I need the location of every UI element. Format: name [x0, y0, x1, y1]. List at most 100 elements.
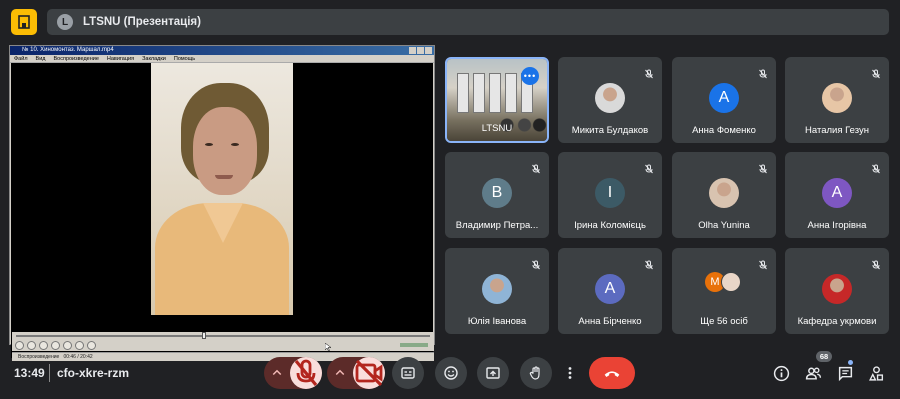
avatar: A	[595, 274, 625, 304]
maximize-icon	[417, 47, 424, 54]
camera-off-button[interactable]	[353, 357, 385, 389]
camera-group	[327, 357, 385, 389]
captions-button[interactable]	[392, 357, 424, 389]
participant-name: Ще 56 осіб	[700, 316, 748, 327]
leave-call-button[interactable]	[589, 357, 635, 389]
mic-off-icon	[644, 66, 654, 79]
reactions-button[interactable]	[435, 357, 467, 389]
close-icon	[425, 47, 432, 54]
chat-icon	[838, 366, 852, 381]
participant-tile[interactable]: Микита Булдаков	[558, 57, 662, 143]
participant-name: Наталия Гезун	[805, 125, 869, 136]
activities-button[interactable]	[865, 362, 887, 384]
participant-tile[interactable]: ••• LTSNU	[445, 57, 549, 143]
hang-up-icon	[604, 371, 620, 377]
menu-item: Помощь	[173, 56, 196, 62]
emoji-icon	[444, 366, 458, 380]
presenter-title: LTSNU (Презентація)	[83, 16, 201, 28]
presenter-bar[interactable]: L LTSNU (Презентація)	[47, 9, 889, 35]
player-window-title: № 10. Хиномонтаз. Маршал.mp4	[10, 46, 434, 55]
participant-tile[interactable]: A Анна Ігорівна	[785, 152, 889, 238]
presenter-avatar: L	[57, 14, 73, 30]
player-menu: Файл Вид Воспроизведение Навигация Закла…	[10, 55, 434, 63]
mic-off-icon	[871, 161, 881, 174]
participant-name: Микита Булдаков	[571, 125, 649, 136]
participant-tile[interactable]: Olha Yunina	[672, 152, 776, 238]
participant-name: Анна Бірченко	[578, 316, 642, 327]
present-button[interactable]	[477, 357, 509, 389]
participants-count-badge: 68	[816, 351, 832, 362]
people-button[interactable]	[802, 362, 824, 384]
meeting-code[interactable]: cfo-xkre-rzm	[57, 366, 129, 380]
mic-off-icon	[644, 161, 654, 174]
mic-off-icon	[531, 257, 541, 270]
more-options-button[interactable]	[560, 357, 580, 389]
participant-tile[interactable]: M Ще 56 осіб	[672, 248, 776, 334]
play-icon	[15, 340, 24, 350]
more-vert-icon	[568, 367, 572, 379]
minimize-icon	[409, 47, 416, 54]
participant-tile[interactable]: I Ірина Коломієць	[558, 152, 662, 238]
activities-icon	[868, 365, 883, 381]
rewind-icon	[51, 340, 60, 350]
prev-icon	[39, 340, 48, 350]
mic-off-icon	[758, 161, 768, 174]
participant-name: Ірина Коломієць	[574, 220, 646, 231]
participant-name: Владимир Петра...	[455, 220, 539, 231]
participant-name: Анна Фоменко	[692, 125, 756, 136]
participant-name: Olha Yunina	[698, 220, 750, 231]
menu-item: Навигация	[106, 56, 135, 62]
video-person	[151, 63, 293, 315]
others-avatars: M	[705, 272, 745, 294]
participant-name: Кафедра укрмови	[797, 316, 877, 327]
present-screen-icon	[486, 367, 500, 379]
participant-name: LTSNU	[481, 123, 513, 134]
avatar	[721, 272, 741, 292]
avatar: A	[709, 83, 739, 113]
people-icon	[805, 366, 821, 380]
avatar	[595, 83, 625, 113]
captions-icon	[401, 367, 415, 379]
camera-off-icon	[355, 359, 383, 387]
shared-screen: № 10. Хиномонтаз. Маршал.mp4 Файл Вид Во…	[9, 45, 435, 361]
mic-group	[264, 357, 322, 389]
participant-tile[interactable]: Наталия Гезун	[785, 57, 889, 143]
avatar: B	[482, 178, 512, 208]
menu-item: Файл	[14, 56, 28, 62]
participant-tile[interactable]: Кафедра укрмови	[785, 248, 889, 334]
participant-tile[interactable]: A Анна Фоменко	[672, 57, 776, 143]
mic-off-button[interactable]	[290, 357, 322, 389]
meeting-details-button[interactable]	[770, 362, 792, 384]
participant-name: Юлія Іванова	[467, 316, 527, 327]
player-status-text: Воспроизведение	[18, 354, 60, 360]
meet-logo-icon[interactable]	[11, 9, 37, 35]
camera-options-chevron-icon[interactable]	[327, 357, 353, 389]
avatar	[822, 83, 852, 113]
participant-tile[interactable]: B Владимир Петра...	[445, 152, 549, 238]
tile-more-options-button[interactable]: •••	[521, 67, 539, 85]
mic-off-icon	[758, 257, 768, 270]
mouse-cursor-icon	[325, 343, 331, 351]
mic-off-icon	[871, 66, 881, 79]
mic-off-icon	[294, 359, 318, 387]
participant-name: Анна Ігорівна	[807, 220, 867, 231]
mic-off-icon	[871, 257, 881, 270]
forward-icon	[63, 340, 72, 350]
player-seek-bar	[12, 332, 434, 339]
avatar	[482, 274, 512, 304]
participant-tile[interactable]: Юлія Іванова	[445, 248, 549, 334]
avatar: I	[595, 178, 625, 208]
chat-button[interactable]	[834, 362, 856, 384]
participant-tile[interactable]: A Анна Бірченко	[558, 248, 662, 334]
player-title-text: № 10. Хиномонтаз. Маршал.mp4	[22, 47, 114, 53]
mic-off-icon	[758, 66, 768, 79]
mic-options-chevron-icon[interactable]	[264, 357, 290, 389]
next-icon	[75, 340, 84, 350]
clock: 13:49	[14, 366, 45, 380]
mic-off-icon	[644, 257, 654, 270]
hand-icon	[529, 366, 540, 380]
menu-item: Вид	[35, 56, 46, 62]
avatar: A	[822, 178, 852, 208]
menu-item: Закладки	[142, 56, 166, 62]
raise-hand-button[interactable]	[520, 357, 552, 389]
